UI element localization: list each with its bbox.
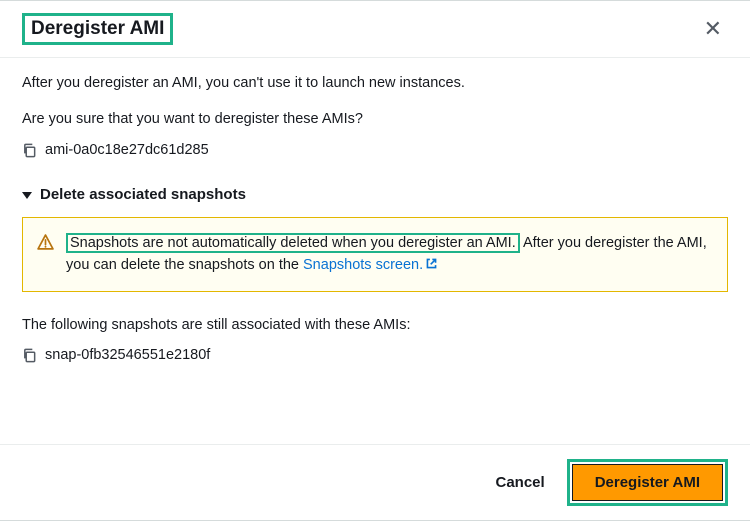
modal-header: Deregister AMI ✕ xyxy=(0,1,750,58)
primary-highlight: Deregister AMI xyxy=(567,459,728,506)
alert-text: Snapshots are not automatically deleted … xyxy=(66,232,713,277)
snapshot-id-value: snap-0fb32546551e2180f xyxy=(45,344,210,366)
associated-snapshots-label: The following snapshots are still associ… xyxy=(22,314,728,336)
copy-icon[interactable] xyxy=(22,143,37,158)
ami-id-value: ami-0a0c18e27dc61d285 xyxy=(45,139,209,161)
external-link-icon xyxy=(425,257,438,270)
close-button[interactable]: ✕ xyxy=(698,14,728,44)
close-icon: ✕ xyxy=(704,16,722,41)
modal-body: After you deregister an AMI, you can't u… xyxy=(0,58,750,444)
modal-title: Deregister AMI xyxy=(22,13,173,45)
confirm-question: Are you sure that you want to deregister… xyxy=(22,108,728,130)
alert-highlighted: Snapshots are not automatically deleted … xyxy=(66,233,520,253)
modal-footer: Cancel Deregister AMI xyxy=(0,444,750,520)
expander-label: Delete associated snapshots xyxy=(40,183,246,206)
copy-icon[interactable] xyxy=(22,348,37,363)
cancel-button[interactable]: Cancel xyxy=(489,466,550,499)
warning-icon xyxy=(37,234,54,251)
snapshots-expander[interactable]: Delete associated snapshots xyxy=(22,183,728,206)
deregister-ami-modal: Deregister AMI ✕ After you deregister an… xyxy=(0,0,750,521)
snapshots-screen-link[interactable]: Snapshots screen. xyxy=(303,257,438,273)
intro-text: After you deregister an AMI, you can't u… xyxy=(22,72,728,94)
ami-id-row: ami-0a0c18e27dc61d285 xyxy=(22,139,728,161)
snapshot-warning-alert: Snapshots are not automatically deleted … xyxy=(22,217,728,292)
caret-down-icon xyxy=(22,192,32,199)
snapshots-link-text: Snapshots screen. xyxy=(303,257,423,273)
deregister-ami-button[interactable]: Deregister AMI xyxy=(572,464,723,501)
snapshot-id-row: snap-0fb32546551e2180f xyxy=(22,344,728,366)
